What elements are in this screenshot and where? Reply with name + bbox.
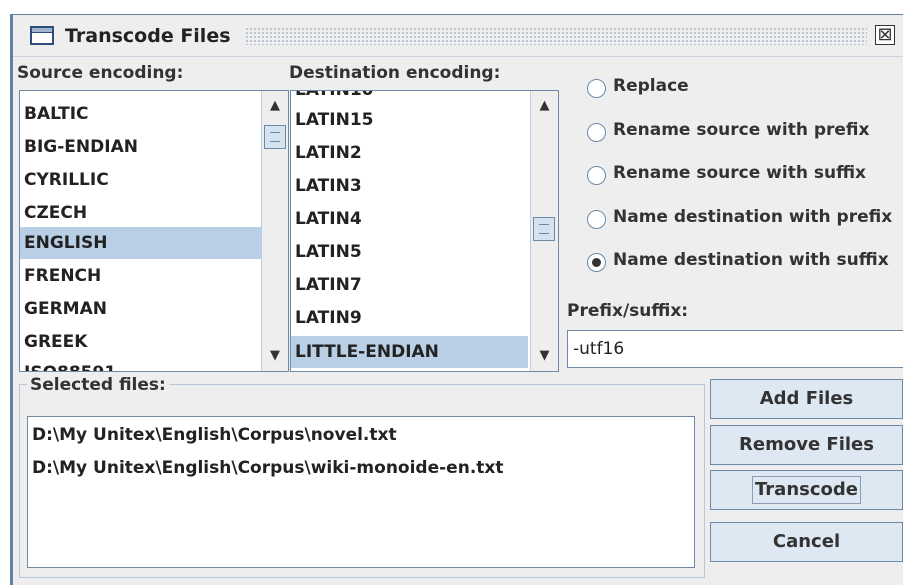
radio-label: Name destination with suffix — [613, 250, 889, 270]
radio-label: Name destination with prefix — [613, 207, 893, 227]
list-item[interactable]: LATIN3 — [295, 170, 362, 202]
list-item[interactable]: D:\My Unitex\English\Corpus\novel.txt — [32, 425, 397, 445]
scroll-thumb[interactable] — [533, 217, 555, 241]
selected-files-list[interactable]: D:\My Unitex\English\Corpus\novel.txt D:… — [27, 416, 695, 568]
list-item[interactable]: LATIN2 — [295, 137, 362, 169]
title-bar: Transcode Files ⊠ — [13, 15, 903, 57]
arrow-down-icon[interactable]: ▼ — [531, 341, 558, 371]
arrow-up-icon[interactable]: ▲ — [531, 91, 558, 121]
radio-label: Rename source with prefix — [613, 120, 870, 140]
list-item[interactable]: D:\My Unitex\English\Corpus\wiki-monoide… — [32, 458, 504, 478]
source-encoding-list[interactable]: BALTIC BIG-ENDIAN CYRILLIC CZECH ENGLISH… — [19, 90, 289, 372]
list-item[interactable]: FRENCH — [24, 260, 101, 292]
scroll-thumb[interactable] — [264, 125, 286, 149]
radio-button[interactable] — [587, 210, 606, 229]
list-item[interactable]: BALTIC — [24, 98, 89, 130]
destination-encoding-list[interactable]: LATIN10 LATIN15 LATIN2 LATIN3 LATIN4 LAT… — [290, 90, 559, 372]
transcode-button-label: Transcode — [752, 476, 861, 504]
window-icon — [30, 26, 54, 45]
radio-label: Rename source with suffix — [613, 163, 866, 183]
list-item[interactable]: GREEK — [24, 326, 87, 358]
list-item[interactable]: CYRILLIC — [24, 164, 109, 196]
list-item[interactable]: ISO88591 — [24, 357, 116, 371]
close-icon[interactable]: ⊠ — [875, 25, 895, 45]
source-scrollbar[interactable]: ▲ ▼ — [261, 91, 288, 371]
list-item[interactable]: LATIN7 — [295, 269, 362, 301]
list-item[interactable]: LATIN15 — [295, 104, 373, 136]
list-item[interactable]: LATIN5 — [295, 236, 362, 268]
list-item[interactable]: CZECH — [24, 197, 87, 229]
radio-button-checked[interactable] — [587, 253, 606, 272]
destination-scrollbar[interactable]: ▲ ▼ — [530, 91, 558, 371]
list-item-selected[interactable]: ENGLISH — [20, 227, 288, 259]
list-item-selected[interactable]: LITTLE-ENDIAN — [291, 336, 528, 368]
selected-files-label: Selected files: — [27, 375, 169, 395]
list-item[interactable]: BIG-ENDIAN — [24, 131, 138, 163]
add-files-button[interactable]: Add Files — [710, 379, 903, 419]
list-item[interactable]: LATIN9 — [295, 302, 362, 334]
list-item[interactable]: GERMAN — [24, 293, 107, 325]
prefix-suffix-label: Prefix/suffix: — [567, 301, 689, 321]
radio-button[interactable] — [587, 123, 606, 142]
radio-label: Replace — [613, 76, 689, 96]
cancel-button[interactable]: Cancel — [710, 522, 903, 562]
transcode-dialog: Transcode Files ⊠ Source encoding: BALTI… — [10, 14, 903, 585]
list-item[interactable]: LATIN4 — [295, 203, 362, 235]
prefix-suffix-input[interactable]: -utf16 — [567, 330, 903, 368]
destination-encoding-label: Destination encoding: — [289, 63, 501, 83]
title-bar-grip — [245, 27, 867, 45]
window-title: Transcode Files — [65, 25, 231, 47]
radio-button[interactable] — [587, 79, 606, 98]
arrow-up-icon[interactable]: ▲ — [262, 91, 288, 121]
remove-files-button[interactable]: Remove Files — [710, 425, 903, 465]
radio-button[interactable] — [587, 166, 606, 185]
arrow-down-icon[interactable]: ▼ — [262, 341, 288, 371]
transcode-button[interactable]: Transcode — [710, 470, 903, 510]
source-encoding-label: Source encoding: — [17, 63, 184, 83]
